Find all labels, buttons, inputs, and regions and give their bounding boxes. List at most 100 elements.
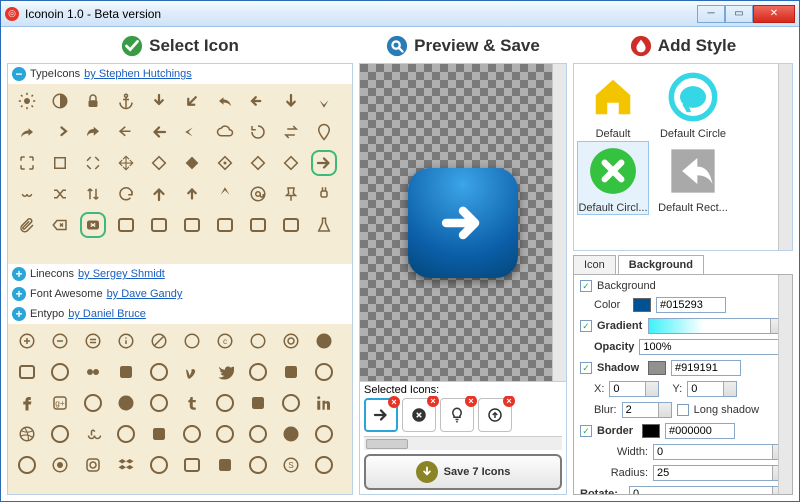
- battery-25-icon[interactable]: [214, 214, 236, 236]
- sync-icon[interactable]: [115, 183, 137, 205]
- gradient-picker[interactable]: [648, 318, 786, 334]
- rdio-sq-icon[interactable]: [214, 423, 236, 445]
- xing-icon[interactable]: [49, 454, 71, 476]
- flask-icon[interactable]: [313, 214, 335, 236]
- sort-icon[interactable]: [82, 183, 104, 205]
- skype-icon[interactable]: S: [280, 454, 302, 476]
- pin-icon[interactable]: [280, 183, 302, 205]
- refresh-diamond-icon[interactable]: [280, 152, 302, 174]
- shadow-blur-input[interactable]: [622, 402, 672, 418]
- anchor-icon[interactable]: [115, 90, 137, 112]
- pinterest-circle-icon[interactable]: [148, 392, 170, 414]
- selected-icon-3[interactable]: ×: [440, 398, 474, 432]
- maximize-button[interactable]: ▭: [725, 5, 753, 23]
- minimize-button[interactable]: ─: [697, 5, 725, 23]
- battery-75-icon[interactable]: [148, 214, 170, 236]
- vimeo-icon[interactable]: [181, 361, 203, 383]
- qq-sq-icon[interactable]: [16, 454, 38, 476]
- style-preset-default-rect[interactable]: Default Rect...: [658, 142, 728, 214]
- diamond-fill-icon[interactable]: [181, 152, 203, 174]
- cloud-sync-icon[interactable]: [214, 121, 236, 143]
- arrow-right-icon[interactable]: [313, 152, 335, 174]
- backspace-icon[interactable]: [49, 214, 71, 236]
- longshadow-checkbox[interactable]: [677, 404, 689, 416]
- stumbleupon-sq-icon[interactable]: [82, 423, 104, 445]
- color-input[interactable]: [656, 297, 726, 313]
- flickr-alt-icon[interactable]: [49, 361, 71, 383]
- selected-icon-1[interactable]: ×: [364, 398, 398, 432]
- dribbble-sq-icon[interactable]: [16, 423, 38, 445]
- iconset-header-typeicons[interactable]: − TypeIcons by Stephen Hutchings: [8, 64, 352, 84]
- color-swatch[interactable]: [633, 298, 651, 312]
- remove-icon[interactable]: ×: [388, 396, 400, 408]
- x-square-icon[interactable]: [82, 214, 104, 236]
- rotate-ccw-icon[interactable]: [247, 121, 269, 143]
- plus-circle-icon[interactable]: [16, 330, 38, 352]
- reply-icon[interactable]: [214, 90, 236, 112]
- arrow-up-bold-icon[interactable]: [214, 183, 236, 205]
- remove-icon[interactable]: ×: [427, 396, 439, 407]
- shadow-checkbox[interactable]: [580, 362, 592, 374]
- battery-empty-icon[interactable]: [247, 214, 269, 236]
- facebook-circle-icon[interactable]: [313, 361, 335, 383]
- renren-icon[interactable]: [313, 454, 335, 476]
- link-diamond-icon[interactable]: [214, 152, 236, 174]
- help-circle-icon[interactable]: [181, 330, 203, 352]
- cc-icon[interactable]: [247, 330, 269, 352]
- redo-arrow-icon[interactable]: [49, 121, 71, 143]
- border-swatch[interactable]: [642, 424, 660, 438]
- iconset-author-link[interactable]: by Stephen Hutchings: [84, 68, 192, 80]
- stumbleupon-circle-icon[interactable]: [115, 423, 137, 445]
- vimeo-circle-icon[interactable]: [148, 361, 170, 383]
- contrast-icon[interactable]: [49, 90, 71, 112]
- twitter-sq-icon[interactable]: [214, 361, 236, 383]
- github-icon[interactable]: [313, 330, 335, 352]
- back-thin-icon[interactable]: [115, 121, 137, 143]
- dropbox-icon[interactable]: [115, 454, 137, 476]
- style-preset-default-circle2[interactable]: Default Circl...: [578, 142, 648, 214]
- arrow-down-circle-icon[interactable]: [148, 90, 170, 112]
- opacity-input[interactable]: [639, 339, 789, 355]
- border-checkbox[interactable]: [580, 425, 592, 437]
- shadow-y-input[interactable]: [687, 381, 737, 397]
- lock-icon[interactable]: [82, 90, 104, 112]
- linkedin-sq-icon[interactable]: [247, 392, 269, 414]
- evernote-icon[interactable]: [148, 454, 170, 476]
- save-button[interactable]: Save 7 Icons: [364, 454, 562, 490]
- iconset-author-link[interactable]: by Sergey Shmidt: [78, 268, 165, 280]
- shadow-x-input[interactable]: [609, 381, 659, 397]
- move-icon[interactable]: [115, 152, 137, 174]
- arrow-down-bold-icon[interactable]: [313, 90, 335, 112]
- rotate-input[interactable]: [629, 486, 786, 495]
- copyright-icon[interactable]: c: [214, 330, 236, 352]
- shadow-swatch[interactable]: [648, 361, 666, 375]
- tab-background[interactable]: Background: [618, 255, 704, 274]
- dribbble-circle-icon[interactable]: [49, 423, 71, 445]
- googleplus-sq-icon[interactable]: g+: [49, 392, 71, 414]
- spotify-sq-icon[interactable]: [280, 423, 302, 445]
- linkedin-icon[interactable]: [313, 392, 335, 414]
- border-radius-input[interactable]: [653, 465, 786, 481]
- style-preset-default[interactable]: Default: [578, 68, 648, 140]
- lastfm-sq-icon[interactable]: [148, 423, 170, 445]
- twitter-circle-icon[interactable]: [247, 361, 269, 383]
- selected-scrollbar[interactable]: [364, 436, 562, 450]
- instagram-icon[interactable]: [82, 454, 104, 476]
- flickr-dots-icon[interactable]: [82, 361, 104, 383]
- tumblr-sq-icon[interactable]: [181, 392, 203, 414]
- tab-icon[interactable]: Icon: [573, 255, 616, 274]
- brightness-icon[interactable]: [16, 90, 38, 112]
- expand-icon[interactable]: +: [12, 307, 26, 321]
- arrow-left-icon[interactable]: [148, 121, 170, 143]
- vimeo-sq-icon[interactable]: [115, 361, 137, 383]
- target-circle-icon[interactable]: [280, 330, 302, 352]
- expand-icon[interactable]: +: [12, 267, 26, 281]
- close-button[interactable]: ✕: [753, 5, 795, 23]
- lastfm-circle-icon[interactable]: [181, 423, 203, 445]
- style-preset-default-circle[interactable]: Default Circle: [658, 68, 728, 140]
- battery-full-icon[interactable]: [115, 214, 137, 236]
- preview-canvas[interactable]: [360, 64, 566, 381]
- iconset-header-linecons[interactable]: + Linecons by Sergey Shmidt: [8, 264, 352, 284]
- arrow-down-left-icon[interactable]: [181, 90, 203, 112]
- skype-circle-icon[interactable]: [247, 454, 269, 476]
